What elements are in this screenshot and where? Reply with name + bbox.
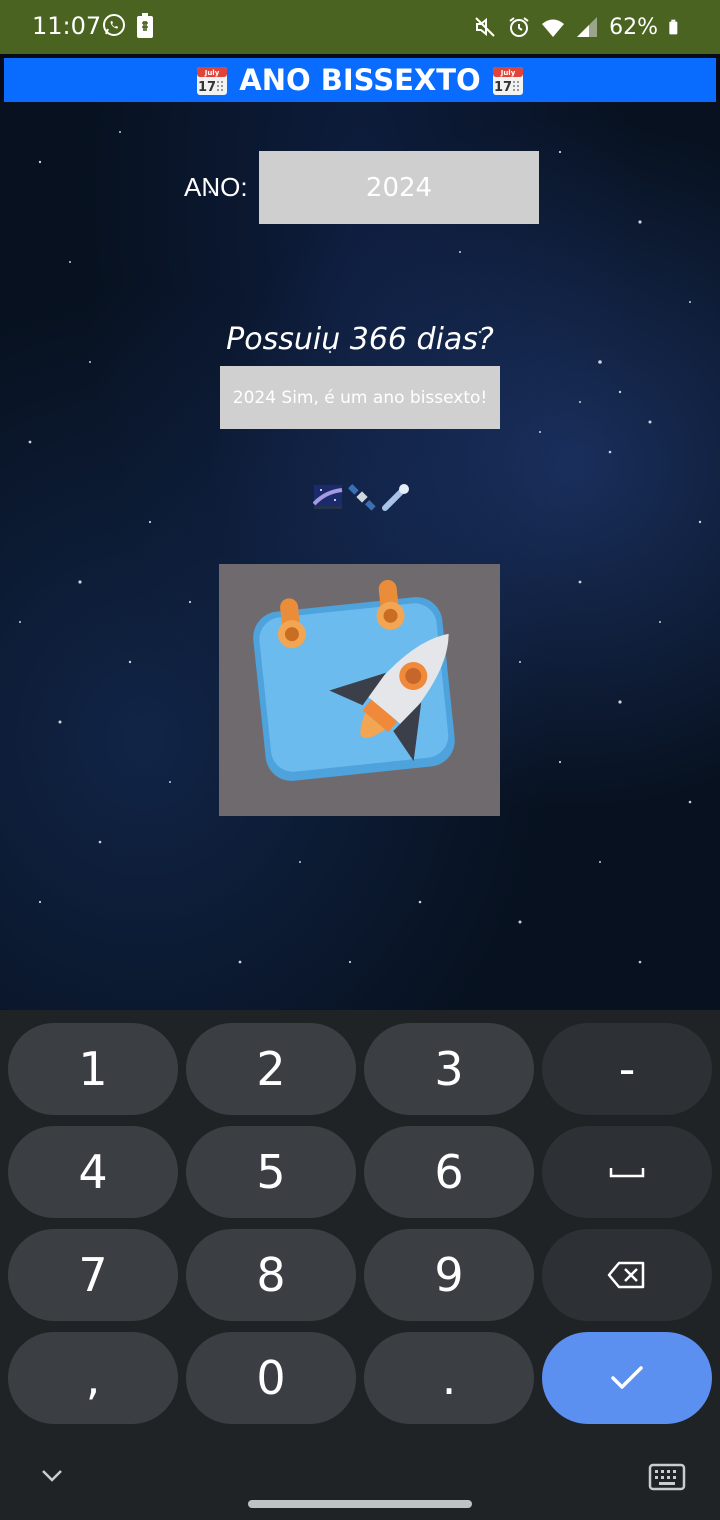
emoji-row xyxy=(313,482,411,512)
whatsapp-icon xyxy=(103,14,125,36)
backspace-icon xyxy=(607,1261,645,1289)
status-right-icons: 62% xyxy=(473,13,684,41)
alarm-icon xyxy=(509,17,529,37)
question-text: Possuiu 366 dias? xyxy=(226,322,494,357)
svg-text:17: 17 xyxy=(198,80,216,95)
chevron-down-icon[interactable] xyxy=(38,1462,66,1490)
milky-way-icon xyxy=(313,485,343,509)
calendar-icon: July 17 xyxy=(492,67,523,95)
svg-text:July: July xyxy=(204,69,220,77)
keyboard-icon[interactable] xyxy=(648,1462,686,1492)
year-input[interactable] xyxy=(259,151,539,224)
key-3[interactable]: 3 xyxy=(364,1023,534,1115)
key-space[interactable] xyxy=(542,1126,712,1218)
signal-icon xyxy=(577,17,598,37)
calendar-icon: July 17 xyxy=(197,67,228,95)
home-indicator[interactable] xyxy=(248,1500,472,1508)
key-period[interactable]: . xyxy=(364,1332,534,1424)
wifi-icon xyxy=(542,19,565,37)
key-4[interactable]: 4 xyxy=(8,1126,178,1218)
checkmark-icon xyxy=(611,1366,643,1389)
starfield xyxy=(19,131,702,964)
mute-icon xyxy=(475,17,495,37)
key-minus[interactable]: - xyxy=(542,1023,712,1115)
comet-icon xyxy=(382,484,409,511)
year-label: ANO: xyxy=(184,172,248,202)
status-bar: 11:07 62% xyxy=(0,0,720,54)
key-2[interactable]: 2 xyxy=(186,1023,356,1115)
svg-text:17: 17 xyxy=(494,80,512,95)
calendar-rocket-illustration xyxy=(219,564,500,816)
battery-icon xyxy=(669,19,678,35)
battery-percent: 62% xyxy=(609,14,658,40)
key-1[interactable]: 1 xyxy=(8,1023,178,1115)
sim-alert-icon xyxy=(137,13,153,38)
key-5[interactable]: 5 xyxy=(186,1126,356,1218)
svg-text:July: July xyxy=(499,69,515,77)
key-0[interactable]: 0 xyxy=(186,1332,356,1424)
key-9[interactable]: 9 xyxy=(364,1229,534,1321)
key-7[interactable]: 7 xyxy=(8,1229,178,1321)
key-8[interactable]: 8 xyxy=(186,1229,356,1321)
key-enter[interactable] xyxy=(542,1332,712,1424)
space-background: ANO: xyxy=(0,102,720,1010)
space-icon xyxy=(609,1168,645,1178)
result-text: 2024 Sim, é um ano bissexto! xyxy=(220,366,500,429)
satellite-icon xyxy=(348,484,376,511)
status-time: 11:07 xyxy=(32,12,102,40)
key-backspace[interactable] xyxy=(542,1229,712,1321)
key-6[interactable]: 6 xyxy=(364,1126,534,1218)
app-title: ANO BISSEXTO xyxy=(239,63,481,97)
app-title-bar: July 17 ANO BISSEXTO July 17 xyxy=(4,58,716,102)
key-comma[interactable]: , xyxy=(8,1332,178,1424)
